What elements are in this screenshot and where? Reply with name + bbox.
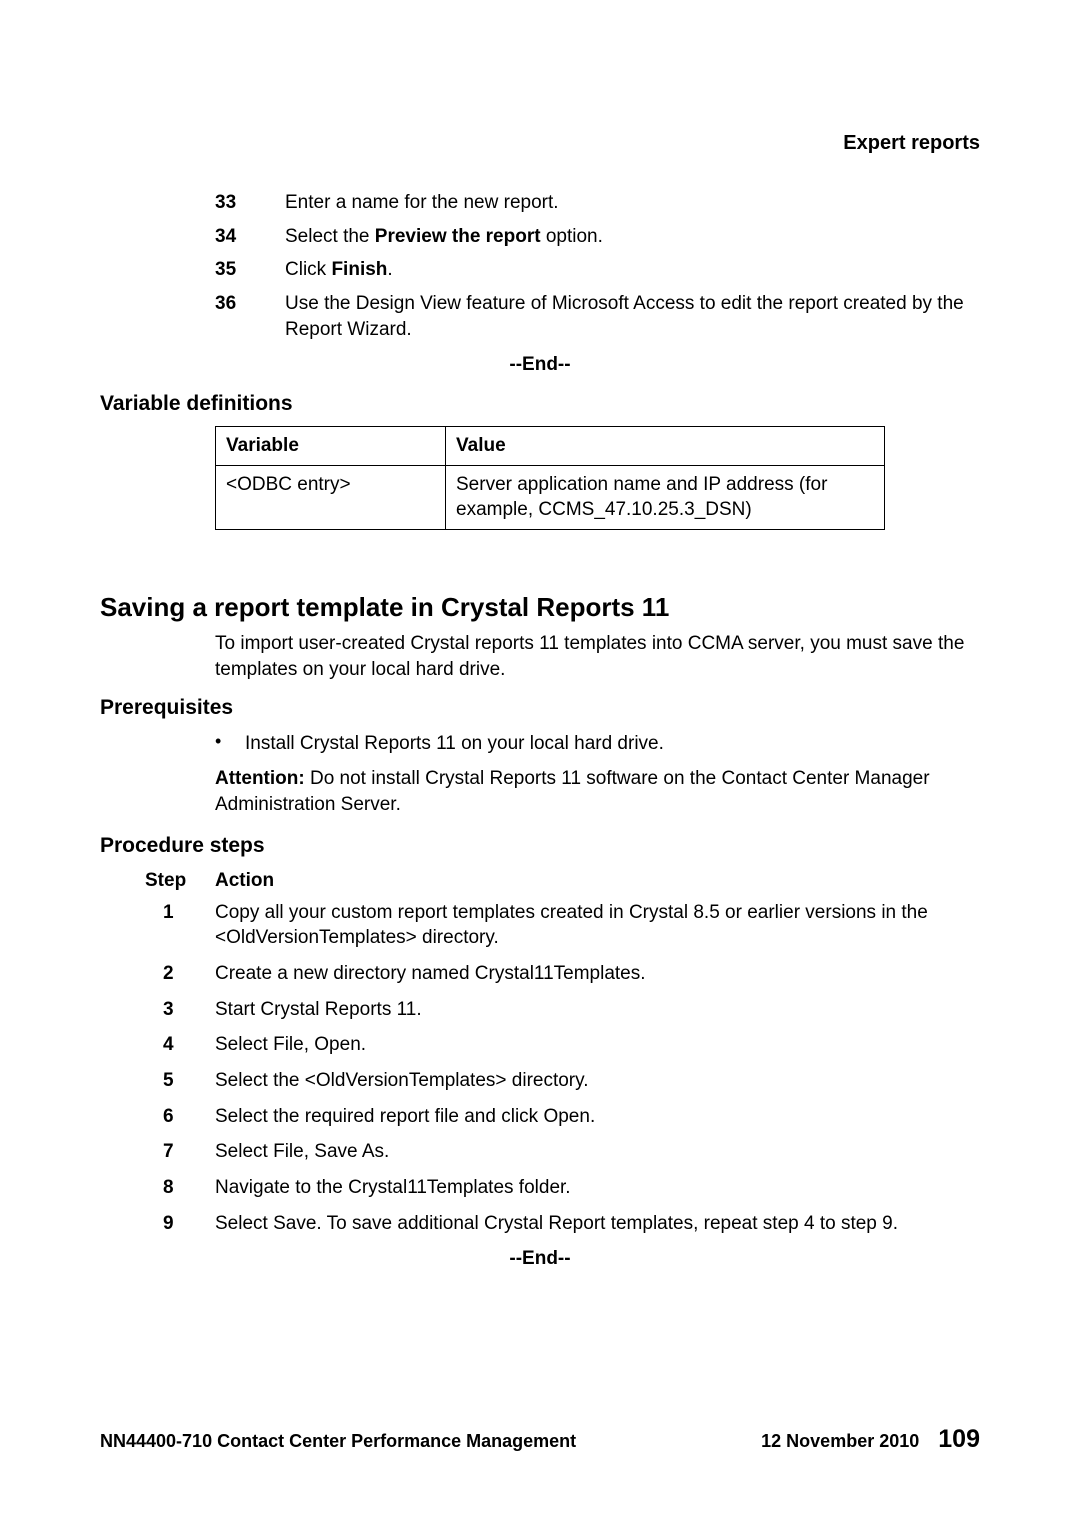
text-bold: Finish: [331, 259, 387, 280]
section-heading: Saving a report template in Crystal Repo…: [100, 590, 980, 625]
text-prefix: Select: [215, 1141, 273, 1162]
end-marker: --End--: [100, 1246, 980, 1272]
text-suffix: folder.: [514, 1177, 571, 1198]
text-prefix: Select the: [285, 226, 375, 247]
text-suffix: option.: [541, 226, 603, 247]
text-bold: Open: [314, 1034, 360, 1055]
text-prefix: Select the required report file and clic…: [215, 1106, 543, 1127]
text-bold: Save As: [314, 1141, 384, 1162]
page-footer: NN44400-710 Contact Center Performance M…: [100, 1423, 980, 1457]
text-suffix: .: [361, 1034, 366, 1055]
step-number: 33: [215, 190, 285, 216]
step-number: 8: [163, 1175, 215, 1201]
step-number: 2: [163, 961, 215, 987]
step-text: Select the Preview the report option.: [285, 224, 980, 250]
attention-note: Attention: Do not install Crystal Report…: [215, 766, 980, 817]
step-number: 5: [163, 1068, 215, 1094]
step-number: 36: [215, 291, 285, 342]
footer-page-number: 109: [938, 1425, 980, 1453]
step-row: 36 Use the Design View feature of Micros…: [215, 291, 980, 342]
procedure-list: 1 Copy all your custom report templates …: [163, 900, 980, 1236]
step-text: Create a new directory named Crystal11Te…: [215, 961, 980, 987]
list-item: 6 Select the required report file and cl…: [163, 1104, 980, 1130]
text-suffix: .: [387, 259, 392, 280]
page-header-title: Expert reports: [843, 130, 980, 157]
text-prefix: Select: [215, 1213, 273, 1234]
step-number: 9: [163, 1211, 215, 1237]
step-row: 33 Enter a name for the new report.: [215, 190, 980, 216]
bullet-item: • Install Crystal Reports 11 on your loc…: [215, 731, 980, 757]
step-text: Enter a name for the new report.: [285, 190, 980, 216]
list-item: 8 Navigate to the Crystal11Templates fol…: [163, 1175, 980, 1201]
list-item: 2 Create a new directory named Crystal11…: [163, 961, 980, 987]
footer-right: 12 November 2010 109: [761, 1423, 980, 1457]
procedure-step-header: Step: [145, 868, 215, 894]
end-marker: --End--: [100, 352, 980, 378]
text-bold: File: [273, 1034, 304, 1055]
step-row: 34 Select the Preview the report option.: [215, 224, 980, 250]
text-suffix: .: [590, 1106, 595, 1127]
step-number: 3: [163, 997, 215, 1023]
variable-definitions-table-wrap: Variable Value <ODBC entry> Server appli…: [215, 426, 980, 530]
step-text: Select the <OldVersionTemplates> directo…: [215, 1068, 980, 1094]
text-suffix: . To save additional Crystal Report temp…: [316, 1213, 898, 1234]
text-bold: Open: [543, 1106, 589, 1127]
step-number: 6: [163, 1104, 215, 1130]
step-text: Use the Design View feature of Microsoft…: [285, 291, 980, 342]
step-text: Select File, Save As.: [215, 1139, 980, 1165]
text-prefix: Navigate to the: [215, 1177, 348, 1198]
table-header-row: Variable Value: [216, 427, 885, 466]
text-prefix: Select: [215, 1034, 273, 1055]
table-row: <ODBC entry> Server application name and…: [216, 465, 885, 529]
step-number: 7: [163, 1139, 215, 1165]
bullet-text: Install Crystal Reports 11 on your local…: [245, 731, 980, 757]
step-number: 4: [163, 1032, 215, 1058]
step-text: Select the required report file and clic…: [215, 1104, 980, 1130]
step-number: 1: [163, 900, 215, 951]
attention-label: Attention:: [215, 768, 305, 789]
list-item: 7 Select File, Save As.: [163, 1139, 980, 1165]
step-text: Select Save. To save additional Crystal …: [215, 1211, 980, 1237]
continued-steps: 33 Enter a name for the new report. 34 S…: [215, 190, 980, 342]
variable-definitions-heading: Variable definitions: [100, 390, 980, 418]
step-number: 35: [215, 257, 285, 283]
th-variable: Variable: [216, 427, 446, 466]
step-row: 35 Click Finish.: [215, 257, 980, 283]
text-bold: Preview the report: [375, 226, 541, 247]
footer-doc-title: NN44400-710 Contact Center Performance M…: [100, 1429, 576, 1453]
step-text: Select File, Open.: [215, 1032, 980, 1058]
bullet-icon: •: [215, 731, 245, 757]
procedure-header-row: Step Action: [145, 868, 980, 894]
variable-definitions-table: Variable Value <ODBC entry> Server appli…: [215, 426, 885, 530]
step-text: Copy all your custom report templates cr…: [215, 900, 980, 951]
text-bold: File: [273, 1141, 304, 1162]
td-value: Server application name and IP address (…: [446, 465, 885, 529]
text-prefix: Click: [285, 259, 331, 280]
text-bold: Save: [273, 1213, 316, 1234]
td-variable: <ODBC entry>: [216, 465, 446, 529]
th-value: Value: [446, 427, 885, 466]
step-number: 34: [215, 224, 285, 250]
list-item: 3 Start Crystal Reports 11.: [163, 997, 980, 1023]
section-intro: To import user-created Crystal reports 1…: [215, 631, 980, 682]
text-mid: ,: [304, 1034, 315, 1055]
attention-text: Do not install Crystal Reports 11 softwa…: [215, 768, 930, 815]
list-item: 4 Select File, Open.: [163, 1032, 980, 1058]
text-bold: Crystal11Templates: [348, 1177, 513, 1198]
procedure-action-header: Action: [215, 868, 274, 894]
text-mid: ,: [304, 1141, 315, 1162]
step-text: Start Crystal Reports 11.: [215, 997, 980, 1023]
list-item: 9 Select Save. To save additional Crysta…: [163, 1211, 980, 1237]
procedure-steps-heading: Procedure steps: [100, 832, 980, 860]
prerequisites-heading: Prerequisites: [100, 694, 980, 722]
step-text: Navigate to the Crystal11Templates folde…: [215, 1175, 980, 1201]
footer-date: 12 November 2010: [761, 1431, 919, 1451]
text-suffix: .: [384, 1141, 389, 1162]
step-text: Click Finish.: [285, 257, 980, 283]
list-item: 1 Copy all your custom report templates …: [163, 900, 980, 951]
list-item: 5 Select the <OldVersionTemplates> direc…: [163, 1068, 980, 1094]
